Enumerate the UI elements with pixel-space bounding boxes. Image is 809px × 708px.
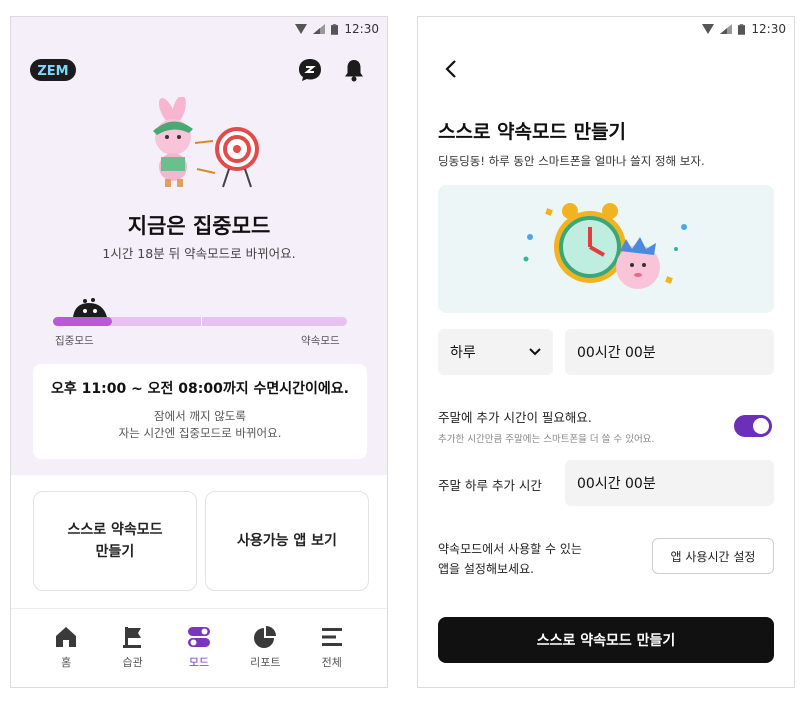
weekend-toggle-label: 주말에 추가 시간이 필요해요. bbox=[438, 410, 592, 425]
signal-icon bbox=[313, 24, 326, 34]
app-setting-description: 약속모드에서 사용할 수 있는 앱을 설정해보세요. bbox=[438, 542, 582, 576]
battery-icon bbox=[331, 23, 339, 35]
flag-icon bbox=[122, 627, 141, 648]
mode-toggle-icon bbox=[187, 627, 210, 647]
clock-mascot-illustration bbox=[523, 203, 687, 289]
weekend-toggle-hint: 추가한 시간만큼 주말에는 스마트폰을 더 쓸 수 있어요. bbox=[438, 434, 655, 445]
sleep-time-title: 오후 11:00 ~ 오전 08:00까지 수면시간이에요. bbox=[51, 381, 349, 397]
clock-mascot-banner bbox=[438, 185, 774, 313]
bottom-nav: 홈 습관 모드 리포트 전체 bbox=[11, 617, 387, 687]
create-promise-mode-screen: 12:30 스스로 약속모드 만들기 딩동딩동! 하루 동안 스마트폰을 얼마나… bbox=[417, 16, 795, 688]
nav-item-home[interactable]: 홈 bbox=[42, 617, 90, 687]
mode-subtitle: 1시간 18분 뒤 약속모드로 바뀌어요. bbox=[102, 246, 296, 261]
nav-label-habit: 습관 bbox=[122, 656, 143, 669]
status-time: 12:30 bbox=[751, 22, 786, 36]
status-bar: 12:30 bbox=[418, 17, 794, 41]
weekend-extra-toggle[interactable] bbox=[734, 415, 772, 437]
mascot-archery-illustration bbox=[153, 97, 259, 188]
nav-divider bbox=[11, 608, 387, 609]
mascot-blob-icon bbox=[73, 298, 107, 317]
chat-icon[interactable] bbox=[297, 57, 323, 83]
nav-item-mode[interactable]: 모드 bbox=[175, 617, 223, 687]
weekend-extra-time-input[interactable]: 00시간 00분 bbox=[565, 460, 774, 506]
wifi-icon bbox=[702, 24, 715, 34]
nav-label-report: 리포트 bbox=[250, 656, 281, 669]
status-time: 12:30 bbox=[344, 22, 379, 36]
page-subtitle: 딩동딩동! 하루 동안 스마트폰을 얼마나 쓸지 정해 보자. bbox=[438, 154, 705, 168]
wifi-icon bbox=[295, 24, 308, 34]
create-promise-mode-submit-button[interactable]: 스스로 약속모드 만들기 bbox=[438, 617, 774, 663]
nav-item-all[interactable]: 전체 bbox=[308, 617, 356, 687]
nav-label-home: 홈 bbox=[61, 656, 72, 669]
home-screen: 12:30 ZEM 지금은 집중모드 1시간 18분 뒤 약속모드로 바뀌어요. bbox=[10, 16, 388, 688]
mode-progress-fill bbox=[53, 317, 112, 326]
weekend-extra-time-label: 주말 하루 추가 시간 bbox=[438, 478, 542, 493]
pie-chart-icon bbox=[254, 626, 277, 648]
zem-logo: ZEM bbox=[30, 59, 76, 81]
home-icon bbox=[56, 627, 77, 647]
nav-item-habit[interactable]: 습관 bbox=[109, 617, 157, 687]
daily-time-input[interactable]: 00시간 00분 bbox=[565, 329, 774, 375]
toggle-knob bbox=[753, 418, 769, 434]
svg-text:ZEM: ZEM bbox=[37, 64, 68, 79]
sleep-time-card: 오후 11:00 ~ 오전 08:00까지 수면시간이에요. 잠에서 깨지 않도… bbox=[33, 364, 367, 459]
view-available-apps-button[interactable]: 사용가능 앱 보기 bbox=[205, 491, 369, 591]
signal-icon bbox=[720, 24, 733, 34]
bell-icon[interactable] bbox=[341, 57, 367, 83]
sleep-time-description: 잠에서 깨지 않도록 자는 시간엔 집중모드로 바뀌어요. bbox=[118, 409, 282, 440]
period-select-value: 하루 bbox=[450, 345, 476, 361]
nav-item-report[interactable]: 리포트 bbox=[241, 617, 289, 687]
progress-left-label: 집중모드 bbox=[55, 335, 94, 347]
create-promise-mode-button[interactable]: 스스로 약속모드 만들기 bbox=[33, 491, 197, 591]
progress-divider bbox=[201, 317, 202, 326]
status-bar: 12:30 bbox=[11, 17, 387, 41]
mode-title: 지금은 집중모드 bbox=[127, 214, 271, 238]
app-usage-time-settings-button[interactable]: 앱 사용시간 설정 bbox=[652, 538, 774, 574]
battery-icon bbox=[738, 23, 746, 35]
progress-right-label: 약속모드 bbox=[301, 335, 340, 347]
menu-icon bbox=[321, 628, 342, 646]
nav-label-mode: 모드 bbox=[188, 656, 210, 669]
period-select[interactable]: 하루 bbox=[438, 329, 553, 375]
back-chevron-icon[interactable] bbox=[440, 57, 464, 81]
chevron-down-icon bbox=[529, 348, 541, 356]
mode-progress-bar bbox=[53, 317, 347, 326]
page-title: 스스로 약속모드 만들기 bbox=[438, 121, 627, 143]
nav-label-all: 전체 bbox=[321, 656, 342, 669]
